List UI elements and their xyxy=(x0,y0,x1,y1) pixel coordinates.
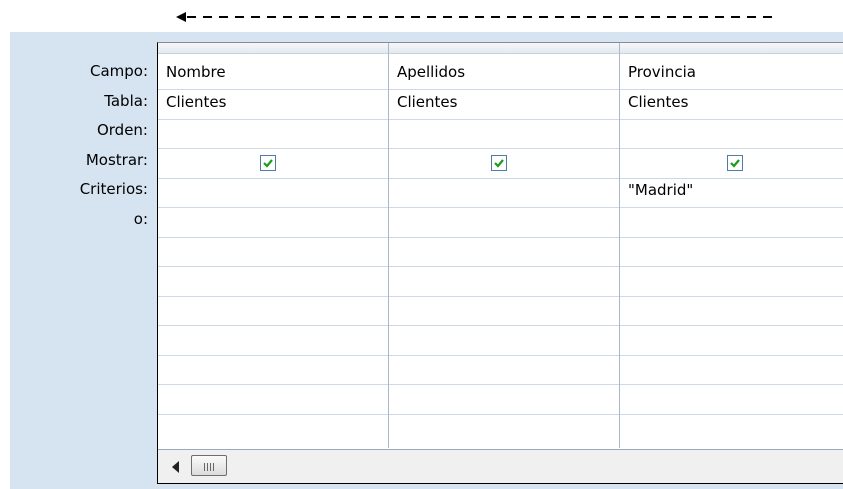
show-checkbox-col2[interactable] xyxy=(491,155,507,171)
table-cell-col3[interactable]: Clientes xyxy=(628,94,688,110)
show-checkbox-col1[interactable] xyxy=(260,155,276,171)
row-label-tabla: Tabla: xyxy=(104,92,148,110)
check-icon xyxy=(263,159,273,168)
criteria-cell-col2[interactable] xyxy=(397,182,617,198)
scroll-left-arrow-icon[interactable] xyxy=(172,461,179,473)
column-selector-2[interactable] xyxy=(389,43,620,54)
row-label-mostrar: Mostrar: xyxy=(85,151,148,169)
row-label-criterios: Criterios: xyxy=(79,180,148,198)
column-selector-3[interactable] xyxy=(620,43,843,54)
or-cell-col3[interactable] xyxy=(628,212,838,228)
field-cell-col3[interactable]: Provincia xyxy=(628,64,696,80)
criteria-cell-col1[interactable] xyxy=(166,182,386,198)
or-cell-col1[interactable] xyxy=(166,212,386,228)
show-checkbox-col3[interactable] xyxy=(727,155,743,171)
row-label-orden: Orden: xyxy=(96,121,148,139)
table-cell-col1[interactable]: Clientes xyxy=(166,94,226,110)
check-icon xyxy=(730,159,740,168)
column-selector-1[interactable] xyxy=(158,43,389,54)
row-label-campo: Campo: xyxy=(89,62,148,80)
criteria-cell-col3[interactable]: "Madrid" xyxy=(628,182,693,198)
row-label-o: o: xyxy=(133,210,148,228)
check-icon xyxy=(494,159,504,168)
field-cell-col2[interactable]: Apellidos xyxy=(397,64,465,80)
table-cell-col2[interactable]: Clientes xyxy=(397,94,457,110)
scroll-thumb[interactable] xyxy=(191,455,227,476)
or-cell-col2[interactable] xyxy=(397,212,617,228)
horizontal-scrollbar[interactable] xyxy=(158,449,843,483)
sort-cell-col1[interactable] xyxy=(166,123,386,139)
query-grid: Nombre Clientes Apellidos Clientes Provi… xyxy=(157,42,843,484)
sort-cell-col2[interactable] xyxy=(397,123,617,139)
field-cell-col1[interactable]: Nombre xyxy=(166,64,226,80)
sort-cell-col3[interactable] xyxy=(628,123,838,139)
